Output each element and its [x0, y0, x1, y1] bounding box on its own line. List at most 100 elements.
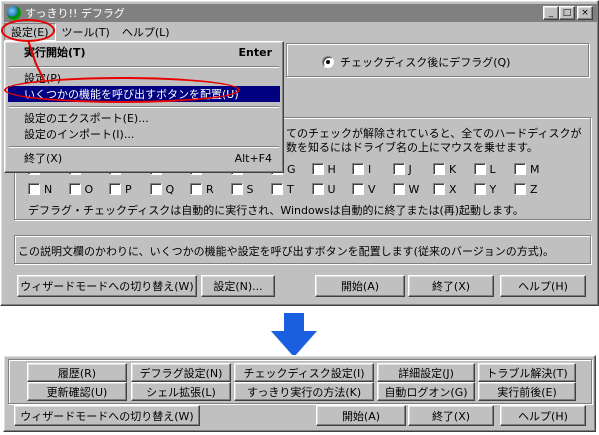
- checkbox[interactable]: [149, 183, 162, 195]
- drive-label: K: [449, 162, 457, 176]
- checkbox[interactable]: [433, 183, 445, 195]
- panel-function-button[interactable]: トラブル解決(T): [478, 363, 576, 382]
- drive-checkbox-q[interactable]: Q: [149, 182, 174, 196]
- close-button[interactable]: ×: [577, 6, 593, 20]
- drive-checkbox-w[interactable]: W: [392, 182, 420, 196]
- drive-label: T: [287, 182, 294, 196]
- drives-help-line2: 数を知るにはドライブ名の上にマウスを乗せます。: [286, 141, 538, 154]
- wizard-mode-button[interactable]: ウィザードモードへの切り替え(W): [17, 275, 197, 297]
- drive-checkbox-m[interactable]: M: [514, 162, 540, 176]
- drive-label: O: [84, 182, 94, 196]
- title-bar[interactable]: すっきり!! デフラグ _ □ ×: [4, 4, 597, 22]
- radio-button[interactable]: [322, 56, 334, 68]
- drive-label: N: [44, 182, 53, 196]
- radio-label: チェックディスク後にデフラグ(Q): [340, 56, 511, 69]
- drive-label: W: [408, 182, 420, 196]
- radio-defrag-after-chkdsk[interactable]: チェックディスク後にデフラグ(Q): [322, 54, 510, 70]
- menu-separator: [9, 146, 279, 148]
- drive-checkbox-j[interactable]: J: [392, 162, 412, 176]
- menu-item-label: 設定のインポート(I)...: [24, 128, 135, 141]
- checkbox[interactable]: [392, 183, 405, 195]
- drive-checkbox-s[interactable]: S: [230, 182, 254, 196]
- drive-checkbox-u[interactable]: U: [311, 182, 336, 196]
- drive-checkbox-r[interactable]: R: [190, 182, 214, 196]
- drive-checkbox-k[interactable]: K: [433, 162, 456, 176]
- menu-item-accel: Alt+F4: [234, 151, 272, 165]
- drive-label: Z: [530, 182, 538, 196]
- panel-function-button[interactable]: 実行前後(E): [478, 382, 576, 401]
- checkbox[interactable]: [392, 163, 405, 175]
- drive-checkbox-z[interactable]: Z: [514, 182, 538, 196]
- panel-function-button[interactable]: すっきり実行の方法(K): [234, 382, 374, 401]
- drive-label: L: [489, 162, 496, 176]
- checkbox[interactable]: [230, 183, 243, 195]
- checkbox[interactable]: [473, 163, 486, 175]
- menu-item-exit[interactable]: 終了(X) Alt+F4: [8, 150, 280, 166]
- checkbox[interactable]: [311, 183, 324, 195]
- panel-function-button[interactable]: 詳細設定(J): [377, 363, 475, 382]
- start-button[interactable]: 開始(A): [315, 275, 405, 297]
- checkbox[interactable]: [352, 183, 364, 195]
- menu-item-label: 終了(X): [24, 152, 63, 165]
- menu-item-label: 設定のエクスポート(E)...: [24, 112, 149, 125]
- drive-checkbox-y[interactable]: Y: [473, 182, 497, 196]
- checkbox[interactable]: [352, 163, 364, 175]
- drive-checkbox-t[interactable]: T: [271, 182, 294, 196]
- checkbox[interactable]: [311, 163, 324, 175]
- menu-item-export[interactable]: 設定のエクスポート(E)...: [8, 110, 280, 126]
- panel-function-button[interactable]: シェル拡張(L): [131, 382, 231, 401]
- drive-label: G: [287, 162, 296, 176]
- maximize-button[interactable]: □: [559, 6, 575, 20]
- panel-function-button[interactable]: チェックディスク設定(I): [234, 363, 374, 382]
- panel-function-button[interactable]: 更新確認(U): [27, 382, 127, 401]
- drive-checkbox-i[interactable]: I: [352, 162, 371, 176]
- down-arrow-icon: [271, 313, 317, 357]
- drive-label: U: [327, 182, 336, 196]
- checkbox[interactable]: [433, 163, 445, 175]
- drive-label: S: [246, 182, 254, 196]
- annotation-connector: [27, 39, 45, 81]
- help-button[interactable]: ヘルプ(H): [500, 275, 586, 297]
- menu-bar: 設定(E) ツール(T) ヘルプ(L): [4, 23, 597, 41]
- app-window: すっきり!! デフラグ _ □ × 設定(E) ツール(T) ヘルプ(L) チェ…: [0, 0, 599, 306]
- exit-button[interactable]: 終了(X): [408, 275, 494, 297]
- drive-label: I: [368, 162, 372, 176]
- checkbox[interactable]: [109, 183, 121, 195]
- drive-checkbox-h[interactable]: H: [311, 162, 336, 176]
- panel-function-button[interactable]: 自動ログオン(G): [377, 382, 475, 401]
- menu-separator: [9, 106, 279, 108]
- drives-footer-note: デフラグ・チェックディスクは自動的に実行され、Windowsは自動的に終了または…: [28, 204, 524, 217]
- minimize-button[interactable]: _: [543, 6, 559, 20]
- checkbox[interactable]: [514, 183, 526, 195]
- drive-label: Y: [489, 182, 497, 196]
- drive-label: V: [368, 182, 376, 196]
- checkbox[interactable]: [68, 183, 81, 195]
- drive-checkbox-n[interactable]: N: [28, 182, 52, 196]
- checkbox[interactable]: [514, 163, 526, 175]
- panel-function-button[interactable]: 履歴(R): [27, 363, 127, 382]
- drive-label: H: [327, 162, 336, 176]
- checkbox[interactable]: [28, 183, 40, 195]
- checkbox[interactable]: [190, 183, 202, 195]
- drive-checkbox-l[interactable]: L: [473, 162, 496, 176]
- drive-label: P: [125, 182, 132, 196]
- checkbox[interactable]: [271, 183, 283, 195]
- button-panel: 履歴(R) デフラグ設定(N) チェックディスク設定(I) 詳細設定(J) トラブル解決…: [3, 355, 596, 432]
- drive-label: R: [206, 182, 214, 196]
- settings-button[interactable]: 設定(N)...: [201, 275, 275, 297]
- panel-function-button[interactable]: デフラグ設定(N): [131, 363, 231, 382]
- drive-checkbox-o[interactable]: O: [68, 182, 94, 196]
- drive-label: J: [408, 162, 412, 176]
- panel-help-button[interactable]: ヘルプ(H): [500, 405, 586, 426]
- drive-checkbox-v[interactable]: V: [352, 182, 376, 196]
- panel-wizard-mode-button[interactable]: ウィザードモードへの切り替え(W): [14, 405, 200, 426]
- menu-item-import[interactable]: 設定のインポート(I)...: [8, 126, 280, 142]
- description-text: この説明文欄のかわりに、いくつかの機能や設定を呼び出すボタンを配置します(従来の…: [18, 245, 555, 258]
- panel-exit-button[interactable]: 終了(X): [408, 405, 494, 426]
- panel-start-button[interactable]: 開始(A): [316, 405, 406, 426]
- drive-checkbox-x[interactable]: X: [433, 182, 457, 196]
- menu-help[interactable]: ヘルプ(L): [116, 23, 176, 41]
- menu-tools[interactable]: ツール(T): [56, 23, 116, 41]
- checkbox[interactable]: [473, 183, 486, 195]
- drive-checkbox-p[interactable]: P: [109, 182, 132, 196]
